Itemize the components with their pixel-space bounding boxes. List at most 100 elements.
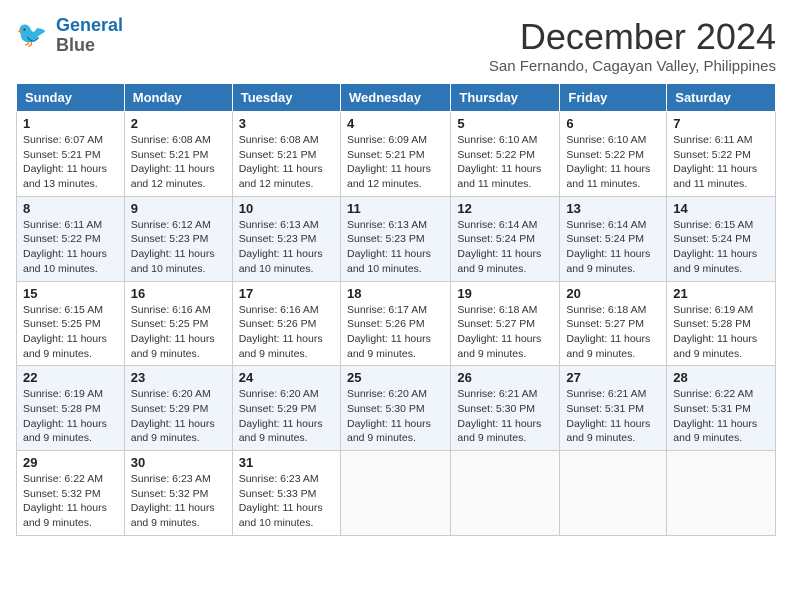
- day-info: Sunrise: 6:23 AMSunset: 5:32 PMDaylight:…: [131, 472, 226, 531]
- day-info: Sunrise: 6:20 AMSunset: 5:29 PMDaylight:…: [239, 387, 334, 446]
- day-info: Sunrise: 6:11 AMSunset: 5:22 PMDaylight:…: [673, 133, 769, 192]
- day-info: Sunrise: 6:10 AMSunset: 5:22 PMDaylight:…: [457, 133, 553, 192]
- day-info: Sunrise: 6:13 AMSunset: 5:23 PMDaylight:…: [347, 218, 444, 277]
- day-number: 14: [673, 201, 769, 216]
- day-number: 31: [239, 455, 334, 470]
- calendar-cell: 16 Sunrise: 6:16 AMSunset: 5:25 PMDaylig…: [124, 281, 232, 366]
- title-block: December 2024 San Fernando, Cagayan Vall…: [489, 16, 776, 75]
- day-info: Sunrise: 6:20 AMSunset: 5:30 PMDaylight:…: [347, 387, 444, 446]
- logo-icon: 🐦: [16, 18, 52, 54]
- day-info: Sunrise: 6:08 AMSunset: 5:21 PMDaylight:…: [131, 133, 226, 192]
- calendar-cell: 27 Sunrise: 6:21 AMSunset: 5:31 PMDaylig…: [560, 366, 667, 451]
- calendar-cell: 7 Sunrise: 6:11 AMSunset: 5:22 PMDayligh…: [667, 112, 776, 197]
- calendar-cell: 18 Sunrise: 6:17 AMSunset: 5:26 PMDaylig…: [340, 281, 450, 366]
- page-header: 🐦 General Blue December 2024 San Fernand…: [16, 16, 776, 75]
- calendar-cell: [451, 451, 560, 536]
- calendar-cell: [667, 451, 776, 536]
- calendar-cell: 30 Sunrise: 6:23 AMSunset: 5:32 PMDaylig…: [124, 451, 232, 536]
- day-number: 11: [347, 201, 444, 216]
- day-number: 17: [239, 286, 334, 301]
- day-number: 15: [23, 286, 118, 301]
- calendar-day-header: Wednesday: [340, 84, 450, 112]
- day-number: 29: [23, 455, 118, 470]
- calendar-cell: 25 Sunrise: 6:20 AMSunset: 5:30 PMDaylig…: [340, 366, 450, 451]
- calendar-week-row: 15 Sunrise: 6:15 AMSunset: 5:25 PMDaylig…: [17, 281, 776, 366]
- day-number: 22: [23, 370, 118, 385]
- day-info: Sunrise: 6:18 AMSunset: 5:27 PMDaylight:…: [566, 303, 660, 362]
- calendar-cell: 10 Sunrise: 6:13 AMSunset: 5:23 PMDaylig…: [232, 196, 340, 281]
- calendar-body: 1 Sunrise: 6:07 AMSunset: 5:21 PMDayligh…: [17, 112, 776, 536]
- day-info: Sunrise: 6:09 AMSunset: 5:21 PMDaylight:…: [347, 133, 444, 192]
- calendar-week-row: 1 Sunrise: 6:07 AMSunset: 5:21 PMDayligh…: [17, 112, 776, 197]
- day-info: Sunrise: 6:11 AMSunset: 5:22 PMDaylight:…: [23, 218, 118, 277]
- day-number: 30: [131, 455, 226, 470]
- day-info: Sunrise: 6:22 AMSunset: 5:31 PMDaylight:…: [673, 387, 769, 446]
- calendar-cell: 28 Sunrise: 6:22 AMSunset: 5:31 PMDaylig…: [667, 366, 776, 451]
- day-info: Sunrise: 6:14 AMSunset: 5:24 PMDaylight:…: [566, 218, 660, 277]
- day-info: Sunrise: 6:15 AMSunset: 5:25 PMDaylight:…: [23, 303, 118, 362]
- day-number: 16: [131, 286, 226, 301]
- calendar-cell: 4 Sunrise: 6:09 AMSunset: 5:21 PMDayligh…: [340, 112, 450, 197]
- day-number: 4: [347, 116, 444, 131]
- day-info: Sunrise: 6:13 AMSunset: 5:23 PMDaylight:…: [239, 218, 334, 277]
- calendar-week-row: 22 Sunrise: 6:19 AMSunset: 5:28 PMDaylig…: [17, 366, 776, 451]
- day-number: 12: [457, 201, 553, 216]
- day-number: 7: [673, 116, 769, 131]
- month-title: December 2024: [489, 16, 776, 58]
- calendar-cell: [560, 451, 667, 536]
- day-info: Sunrise: 6:16 AMSunset: 5:25 PMDaylight:…: [131, 303, 226, 362]
- day-number: 6: [566, 116, 660, 131]
- calendar-cell: 9 Sunrise: 6:12 AMSunset: 5:23 PMDayligh…: [124, 196, 232, 281]
- day-info: Sunrise: 6:19 AMSunset: 5:28 PMDaylight:…: [23, 387, 118, 446]
- calendar-cell: 8 Sunrise: 6:11 AMSunset: 5:22 PMDayligh…: [17, 196, 125, 281]
- calendar-week-row: 8 Sunrise: 6:11 AMSunset: 5:22 PMDayligh…: [17, 196, 776, 281]
- location-subtitle: San Fernando, Cagayan Valley, Philippine…: [489, 58, 776, 75]
- day-number: 19: [457, 286, 553, 301]
- calendar-day-header: Monday: [124, 84, 232, 112]
- day-info: Sunrise: 6:14 AMSunset: 5:24 PMDaylight:…: [457, 218, 553, 277]
- calendar-cell: 1 Sunrise: 6:07 AMSunset: 5:21 PMDayligh…: [17, 112, 125, 197]
- day-number: 25: [347, 370, 444, 385]
- calendar-cell: 11 Sunrise: 6:13 AMSunset: 5:23 PMDaylig…: [340, 196, 450, 281]
- day-info: Sunrise: 6:20 AMSunset: 5:29 PMDaylight:…: [131, 387, 226, 446]
- calendar-cell: 3 Sunrise: 6:08 AMSunset: 5:21 PMDayligh…: [232, 112, 340, 197]
- calendar-cell: 26 Sunrise: 6:21 AMSunset: 5:30 PMDaylig…: [451, 366, 560, 451]
- calendar-cell: 14 Sunrise: 6:15 AMSunset: 5:24 PMDaylig…: [667, 196, 776, 281]
- calendar-cell: 22 Sunrise: 6:19 AMSunset: 5:28 PMDaylig…: [17, 366, 125, 451]
- day-info: Sunrise: 6:21 AMSunset: 5:30 PMDaylight:…: [457, 387, 553, 446]
- calendar-cell: 21 Sunrise: 6:19 AMSunset: 5:28 PMDaylig…: [667, 281, 776, 366]
- day-number: 8: [23, 201, 118, 216]
- day-info: Sunrise: 6:21 AMSunset: 5:31 PMDaylight:…: [566, 387, 660, 446]
- day-info: Sunrise: 6:08 AMSunset: 5:21 PMDaylight:…: [239, 133, 334, 192]
- svg-text:🐦: 🐦: [16, 21, 47, 49]
- calendar-week-row: 29 Sunrise: 6:22 AMSunset: 5:32 PMDaylig…: [17, 451, 776, 536]
- day-number: 27: [566, 370, 660, 385]
- day-number: 20: [566, 286, 660, 301]
- day-number: 1: [23, 116, 118, 131]
- calendar-day-header: Friday: [560, 84, 667, 112]
- day-info: Sunrise: 6:10 AMSunset: 5:22 PMDaylight:…: [566, 133, 660, 192]
- calendar-cell: 19 Sunrise: 6:18 AMSunset: 5:27 PMDaylig…: [451, 281, 560, 366]
- day-info: Sunrise: 6:15 AMSunset: 5:24 PMDaylight:…: [673, 218, 769, 277]
- calendar-cell: 29 Sunrise: 6:22 AMSunset: 5:32 PMDaylig…: [17, 451, 125, 536]
- calendar-header-row: SundayMondayTuesdayWednesdayThursdayFrid…: [17, 84, 776, 112]
- calendar-day-header: Saturday: [667, 84, 776, 112]
- logo-text: General Blue: [56, 16, 123, 56]
- calendar-day-header: Tuesday: [232, 84, 340, 112]
- day-number: 13: [566, 201, 660, 216]
- calendar-cell: 31 Sunrise: 6:23 AMSunset: 5:33 PMDaylig…: [232, 451, 340, 536]
- calendar-table: SundayMondayTuesdayWednesdayThursdayFrid…: [16, 83, 776, 536]
- calendar-cell: 15 Sunrise: 6:15 AMSunset: 5:25 PMDaylig…: [17, 281, 125, 366]
- day-number: 3: [239, 116, 334, 131]
- day-number: 21: [673, 286, 769, 301]
- calendar-day-header: Thursday: [451, 84, 560, 112]
- calendar-cell: 20 Sunrise: 6:18 AMSunset: 5:27 PMDaylig…: [560, 281, 667, 366]
- calendar-day-header: Sunday: [17, 84, 125, 112]
- day-info: Sunrise: 6:19 AMSunset: 5:28 PMDaylight:…: [673, 303, 769, 362]
- day-info: Sunrise: 6:17 AMSunset: 5:26 PMDaylight:…: [347, 303, 444, 362]
- day-info: Sunrise: 6:16 AMSunset: 5:26 PMDaylight:…: [239, 303, 334, 362]
- day-info: Sunrise: 6:22 AMSunset: 5:32 PMDaylight:…: [23, 472, 118, 531]
- day-info: Sunrise: 6:23 AMSunset: 5:33 PMDaylight:…: [239, 472, 334, 531]
- day-info: Sunrise: 6:12 AMSunset: 5:23 PMDaylight:…: [131, 218, 226, 277]
- calendar-cell: 2 Sunrise: 6:08 AMSunset: 5:21 PMDayligh…: [124, 112, 232, 197]
